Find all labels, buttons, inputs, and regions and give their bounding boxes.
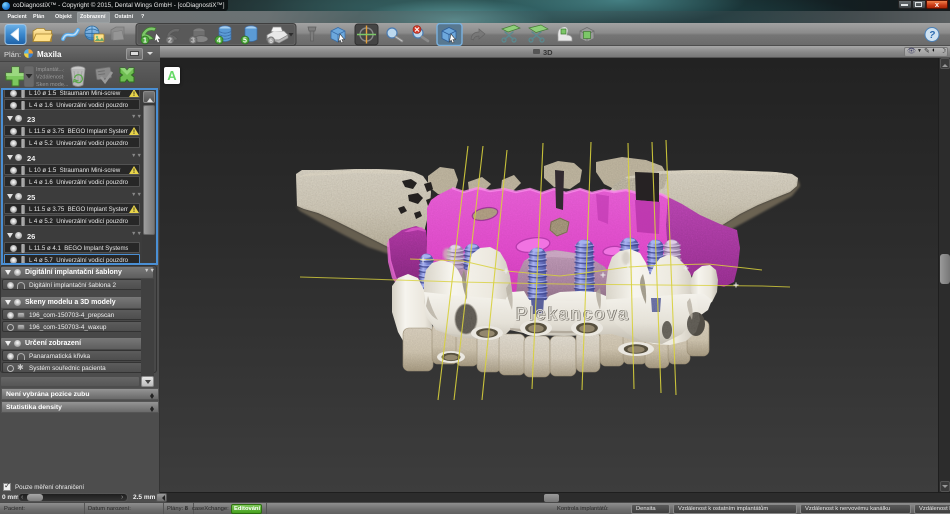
svg-text:Vzdálenost: Vzdálenost bbox=[36, 75, 64, 81]
svg-text::: : bbox=[63, 68, 65, 74]
svg-text:4: 4 bbox=[217, 38, 221, 45]
svg-text::: : bbox=[63, 76, 65, 82]
svg-text:6: 6 bbox=[269, 38, 273, 45]
svg-text:3: 3 bbox=[191, 38, 195, 45]
svg-text:Implantát...: Implantát... bbox=[36, 67, 64, 73]
svg-text:1: 1 bbox=[143, 38, 147, 45]
svg-text:Plekancova: Plekancova bbox=[515, 304, 629, 324]
svg-text:?: ? bbox=[929, 30, 935, 41]
svg-text:5: 5 bbox=[243, 38, 247, 45]
svg-text:2: 2 bbox=[168, 38, 172, 45]
